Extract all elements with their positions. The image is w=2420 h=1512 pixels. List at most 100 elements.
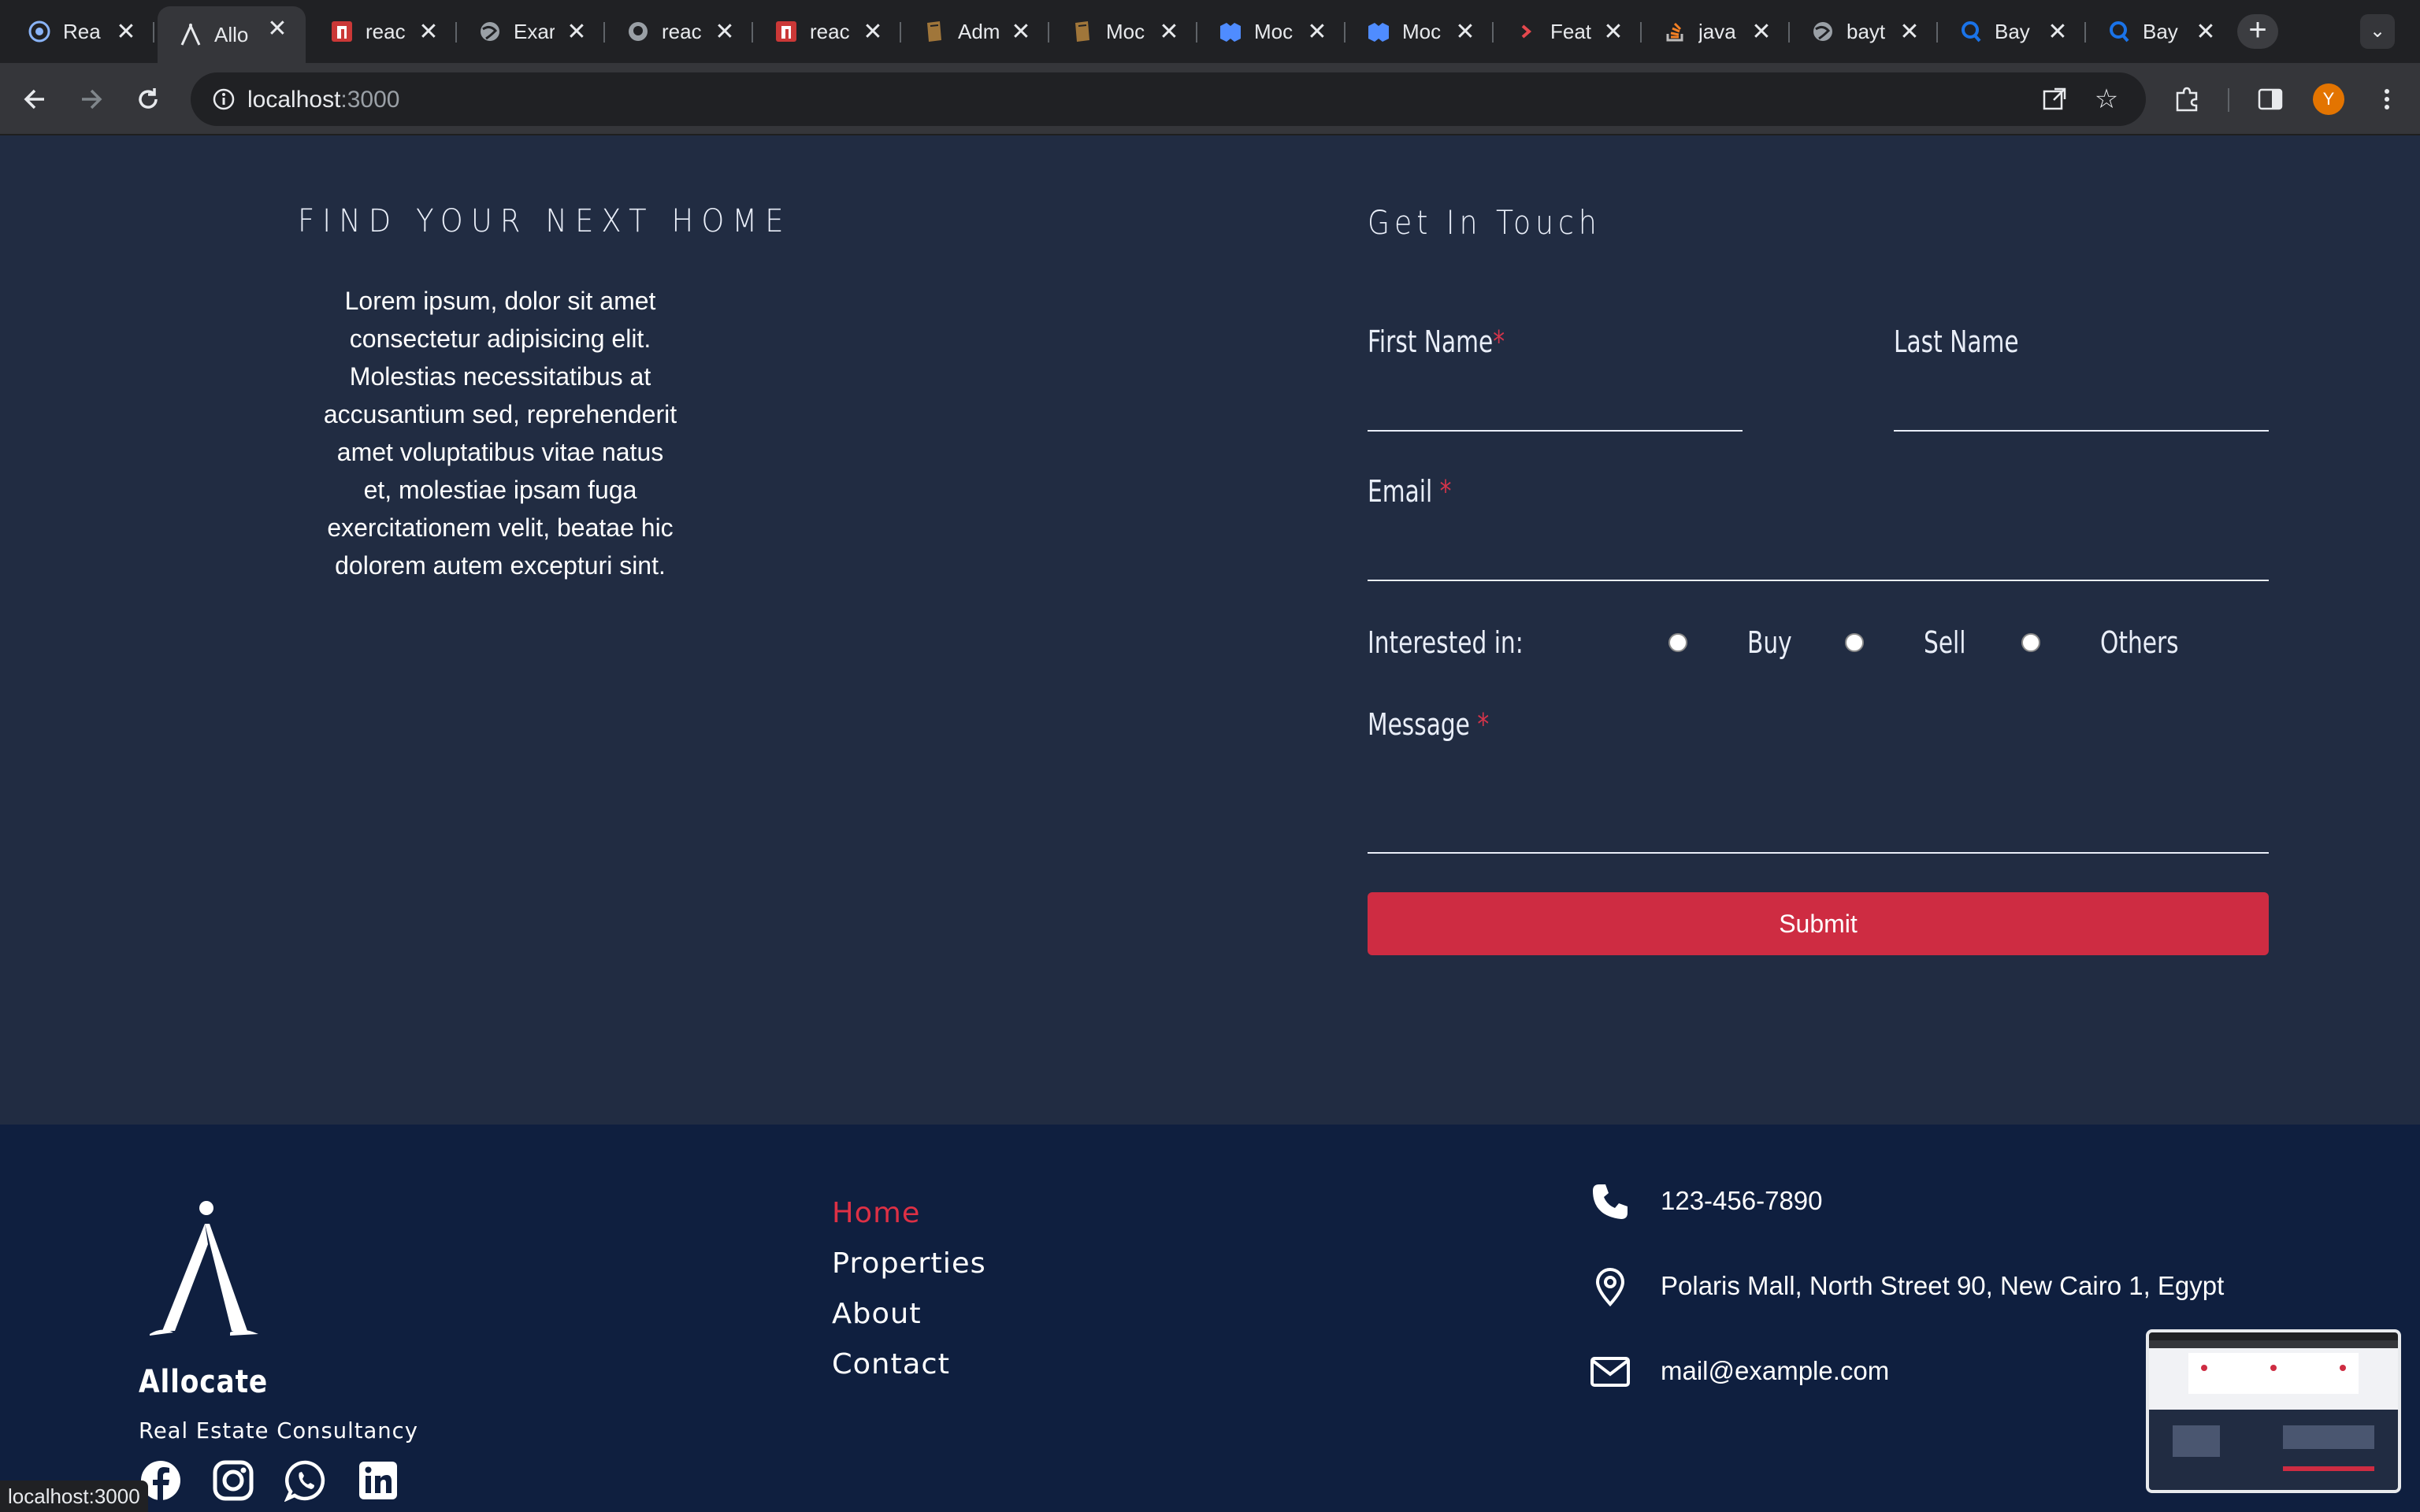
whatsapp-icon[interactable] <box>284 1458 328 1503</box>
toolbar-divider <box>2228 88 2229 112</box>
email-label: Email * <box>1368 474 1451 509</box>
last-name-input[interactable] <box>1894 430 2269 432</box>
first-name-label-text: First Name <box>1368 324 1494 359</box>
globe-icon <box>1810 19 1835 44</box>
more-menu-icon[interactable] <box>2368 80 2406 118</box>
tab-title: Feat <box>1550 19 1591 43</box>
bookmark-star-icon[interactable]: ☆ <box>2088 80 2125 118</box>
close-icon[interactable]: ✕ <box>860 19 885 45</box>
url-text: localhost:3000 <box>247 87 399 113</box>
phone-icon <box>1588 1180 1632 1224</box>
browser-tab-active[interactable]: Allo ✕ <box>158 6 306 63</box>
tab-title: Bay <box>1995 19 2030 43</box>
close-icon[interactable]: ✕ <box>1305 19 1330 45</box>
close-icon[interactable]: ✕ <box>564 19 589 45</box>
radio-buy-label: Buy <box>1747 625 1792 660</box>
page-preview-thumbnail <box>2146 1329 2401 1493</box>
close-icon[interactable]: ✕ <box>265 16 290 42</box>
required-mark: * <box>1439 474 1452 509</box>
browser-tab[interactable]: bayt ✕ <box>1790 9 1938 54</box>
submit-button[interactable]: Submit <box>1368 892 2269 955</box>
github-icon <box>625 19 651 44</box>
page-preview-image <box>2149 1332 2398 1490</box>
page-viewport: FIND YOUR NEXT HOME Lorem ipsum, dolor s… <box>0 135 2420 1512</box>
back-arrow-icon[interactable] <box>16 80 54 118</box>
footer-link-contact[interactable]: Contact <box>832 1348 950 1380</box>
footer-link-properties[interactable]: Properties <box>832 1247 986 1280</box>
tab-title: reac <box>366 19 406 43</box>
mui-icon <box>1366 19 1391 44</box>
browser-tab[interactable]: Rea ✕ <box>6 9 154 54</box>
footer-link-home[interactable]: Home <box>832 1197 921 1229</box>
tab-title: Exar <box>514 19 555 43</box>
search-q-icon <box>2106 19 2132 44</box>
new-tab-button[interactable]: + <box>2237 14 2278 49</box>
browser-tab[interactable]: Moc ✕ <box>1345 9 1494 54</box>
chevron-icon <box>1514 19 1539 44</box>
close-icon[interactable]: ✕ <box>1897 19 1922 45</box>
get-in-touch-heading: Get In Touch <box>1368 203 1602 242</box>
footer: Allocate Real Estate Consultancy Home Pr… <box>0 1125 2420 1512</box>
browser-tab[interactable]: Feat ✕ <box>1494 9 1642 54</box>
close-icon[interactable]: ✕ <box>2045 19 2070 45</box>
find-home-text: Lorem ipsum, dolor sit amet consectetur … <box>323 287 677 580</box>
tab-title: Rea <box>63 19 101 43</box>
radio-buy[interactable] <box>1668 633 1687 652</box>
close-icon[interactable]: ✕ <box>113 19 139 45</box>
browser-tab[interactable]: Bay ✕ <box>1938 9 2086 54</box>
location-pin-icon <box>1588 1265 1632 1309</box>
browser-tab[interactable]: reac ✕ <box>605 9 753 54</box>
close-icon[interactable]: ✕ <box>1749 19 1774 45</box>
side-panel-icon[interactable] <box>2251 80 2289 118</box>
brand-tagline: Real Estate Consultancy <box>139 1418 418 1443</box>
brand-name: Allocate <box>139 1364 269 1400</box>
close-icon[interactable]: ✕ <box>1156 19 1182 45</box>
browser-tab[interactable]: Moc ✕ <box>1049 9 1197 54</box>
browser-tab[interactable]: Adm ✕ <box>901 9 1049 54</box>
radio-sell-label: Sell <box>1924 625 1966 660</box>
browser-tab[interactable]: reac ✕ <box>753 9 901 54</box>
profile-avatar[interactable]: Y <box>2313 83 2344 115</box>
close-icon[interactable]: ✕ <box>416 19 441 45</box>
message-input[interactable] <box>1368 852 2269 854</box>
find-home-heading: FIND YOUR NEXT HOME <box>298 203 792 239</box>
close-icon[interactable]: ✕ <box>2193 19 2218 45</box>
browser-tab[interactable]: Exar ✕ <box>457 9 605 54</box>
email-input[interactable] <box>1368 580 2269 581</box>
close-icon[interactable]: ✕ <box>1601 19 1626 45</box>
browser-tab[interactable]: Bay ✕ <box>2086 9 2234 54</box>
address-bar[interactable]: localhost:3000 ☆ <box>191 72 2146 126</box>
site-info-icon[interactable] <box>205 80 243 118</box>
email-label-text: Email <box>1368 474 1433 509</box>
open-in-new-window-icon[interactable] <box>2036 80 2073 118</box>
message-label: Message * <box>1368 707 1489 742</box>
browser-tab[interactable]: reac ✕ <box>309 9 457 54</box>
instagram-icon[interactable] <box>211 1458 255 1503</box>
footer-email: mail@example.com <box>1661 1356 1890 1385</box>
allocate-logo-icon <box>150 1201 258 1336</box>
radio-sell[interactable] <box>1845 633 1864 652</box>
browser-toolbar: localhost:3000 ☆ Y <box>0 63 2420 135</box>
first-name-input[interactable] <box>1368 430 1743 432</box>
browser-tab[interactable]: java ✕ <box>1642 9 1790 54</box>
radio-others[interactable] <box>2021 633 2040 652</box>
reload-icon[interactable] <box>129 80 167 118</box>
browser-tab-strip: Rea ✕ Allo ✕ reac ✕ Exar ✕ reac ✕ reac ✕… <box>0 0 2420 63</box>
close-icon[interactable]: ✕ <box>1008 19 1034 45</box>
tab-title: bayt <box>1847 19 1886 43</box>
extensions-puzzle-icon[interactable] <box>2168 80 2206 118</box>
mail-icon <box>1588 1350 1632 1394</box>
tab-separator <box>153 22 154 43</box>
close-icon[interactable]: ✕ <box>1453 19 1478 45</box>
url-port: :3000 <box>340 87 400 113</box>
tab-search-chevron-down-icon[interactable]: ⌄ <box>2360 14 2395 49</box>
tab-title: Moc <box>1254 19 1294 43</box>
footer-link-about[interactable]: About <box>832 1298 922 1330</box>
stackoverflow-icon <box>1662 19 1687 44</box>
close-icon[interactable]: ✕ <box>712 19 737 45</box>
browser-tab[interactable]: Moc ✕ <box>1197 9 1345 54</box>
tab-title: Allo <box>214 22 249 46</box>
last-name-label: Last Name <box>1894 324 2019 359</box>
linkedin-icon[interactable] <box>356 1458 400 1503</box>
forward-arrow-icon[interactable] <box>72 80 110 118</box>
